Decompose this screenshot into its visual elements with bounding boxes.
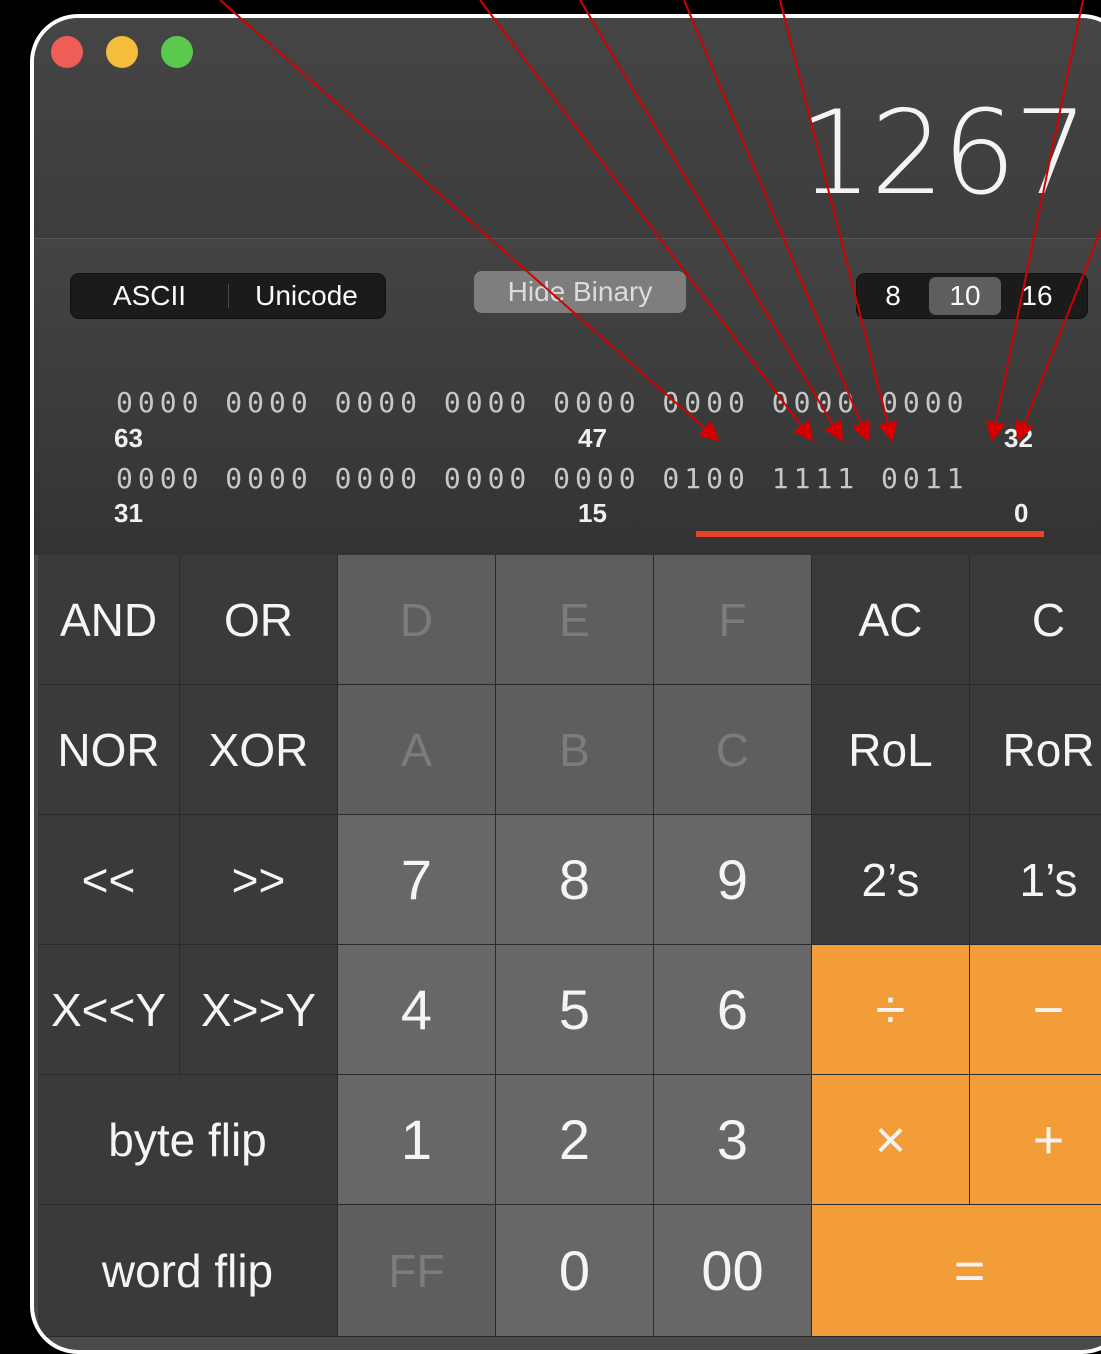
title-bar: 1267: [34, 18, 1101, 239]
multiply-key[interactable]: ×: [812, 1075, 970, 1205]
digit-0-key[interactable]: 0: [496, 1205, 654, 1337]
hex-d-key[interactable]: D: [338, 555, 496, 685]
hex-e-key[interactable]: E: [496, 555, 654, 685]
binary-row-high[interactable]: 0000 0000 0000 0000 0000 0000 0000 0000: [116, 386, 968, 419]
programmer-panel: ASCII Unicode Hide Binary 8 10 16 0000 0…: [34, 239, 1101, 555]
digit-8-key[interactable]: 8: [496, 815, 654, 945]
shift-right-key[interactable]: >>: [180, 815, 338, 945]
hex-c-key[interactable]: C: [654, 685, 812, 815]
result-display: 1267: [798, 86, 1088, 221]
bit-label-63: 63: [114, 423, 143, 453]
digit-3-key[interactable]: 3: [654, 1075, 812, 1205]
bit-label-32: 32: [1004, 423, 1033, 453]
byte-flip-key[interactable]: byte flip: [38, 1075, 338, 1205]
maximize-window-button[interactable]: [161, 36, 193, 68]
ones-complement-key[interactable]: 1’s: [970, 815, 1101, 945]
annotation-underline: [696, 531, 1044, 537]
hex-f-key[interactable]: F: [654, 555, 812, 685]
minimize-window-button[interactable]: [106, 36, 138, 68]
hex-a-key[interactable]: A: [338, 685, 496, 815]
base-segmented-control: 8 10 16: [856, 273, 1088, 319]
bit-label-15: 15: [578, 498, 607, 528]
all-clear-key[interactable]: AC: [812, 555, 970, 685]
encoding-ascii-button[interactable]: ASCII: [71, 274, 228, 318]
digit-9-key[interactable]: 9: [654, 815, 812, 945]
digit-5-key[interactable]: 5: [496, 945, 654, 1075]
add-key[interactable]: +: [970, 1075, 1101, 1205]
word-flip-key[interactable]: word flip: [38, 1205, 338, 1337]
calculator-window: 1267 ASCII Unicode Hide Binary 8 10 16 0…: [30, 14, 1101, 1354]
shift-left-by-y-key[interactable]: X<<Y: [38, 945, 180, 1075]
nor-key[interactable]: NOR: [38, 685, 180, 815]
base-16-button[interactable]: 16: [1001, 274, 1073, 318]
digit-2-key[interactable]: 2: [496, 1075, 654, 1205]
shift-left-key[interactable]: <<: [38, 815, 180, 945]
base-10-button[interactable]: 10: [929, 277, 1001, 315]
hide-binary-button[interactable]: Hide Binary: [474, 271, 686, 313]
double-zero-key[interactable]: 00: [654, 1205, 812, 1337]
keypad: AND OR D E F AC C NOR XOR A B C RoL RoR …: [38, 555, 1101, 1337]
twos-complement-key[interactable]: 2’s: [812, 815, 970, 945]
bit-label-0: 0: [1014, 498, 1029, 528]
bit-label-31: 31: [114, 498, 143, 528]
digit-7-key[interactable]: 7: [338, 815, 496, 945]
digit-6-key[interactable]: 6: [654, 945, 812, 1075]
rotate-left-key[interactable]: RoL: [812, 685, 970, 815]
digit-1-key[interactable]: 1: [338, 1075, 496, 1205]
clear-key[interactable]: C: [970, 555, 1101, 685]
divide-key[interactable]: ÷: [812, 945, 970, 1075]
digit-4-key[interactable]: 4: [338, 945, 496, 1075]
base-8-button[interactable]: 8: [857, 274, 929, 318]
and-key[interactable]: AND: [38, 555, 180, 685]
equals-key[interactable]: =: [812, 1205, 1101, 1337]
shift-right-by-y-key[interactable]: X>>Y: [180, 945, 338, 1075]
or-key[interactable]: OR: [180, 555, 338, 685]
binary-row-low[interactable]: 0000 0000 0000 0000 0000 0100 1111 0011: [116, 462, 968, 495]
bit-label-47: 47: [578, 423, 607, 453]
close-window-button[interactable]: [51, 36, 83, 68]
xor-key[interactable]: XOR: [180, 685, 338, 815]
subtract-key[interactable]: −: [970, 945, 1101, 1075]
encoding-unicode-button[interactable]: Unicode: [228, 274, 385, 318]
hex-b-key[interactable]: B: [496, 685, 654, 815]
encoding-segmented-control: ASCII Unicode: [70, 273, 386, 319]
rotate-right-key[interactable]: RoR: [970, 685, 1101, 815]
hex-ff-key[interactable]: FF: [338, 1205, 496, 1337]
